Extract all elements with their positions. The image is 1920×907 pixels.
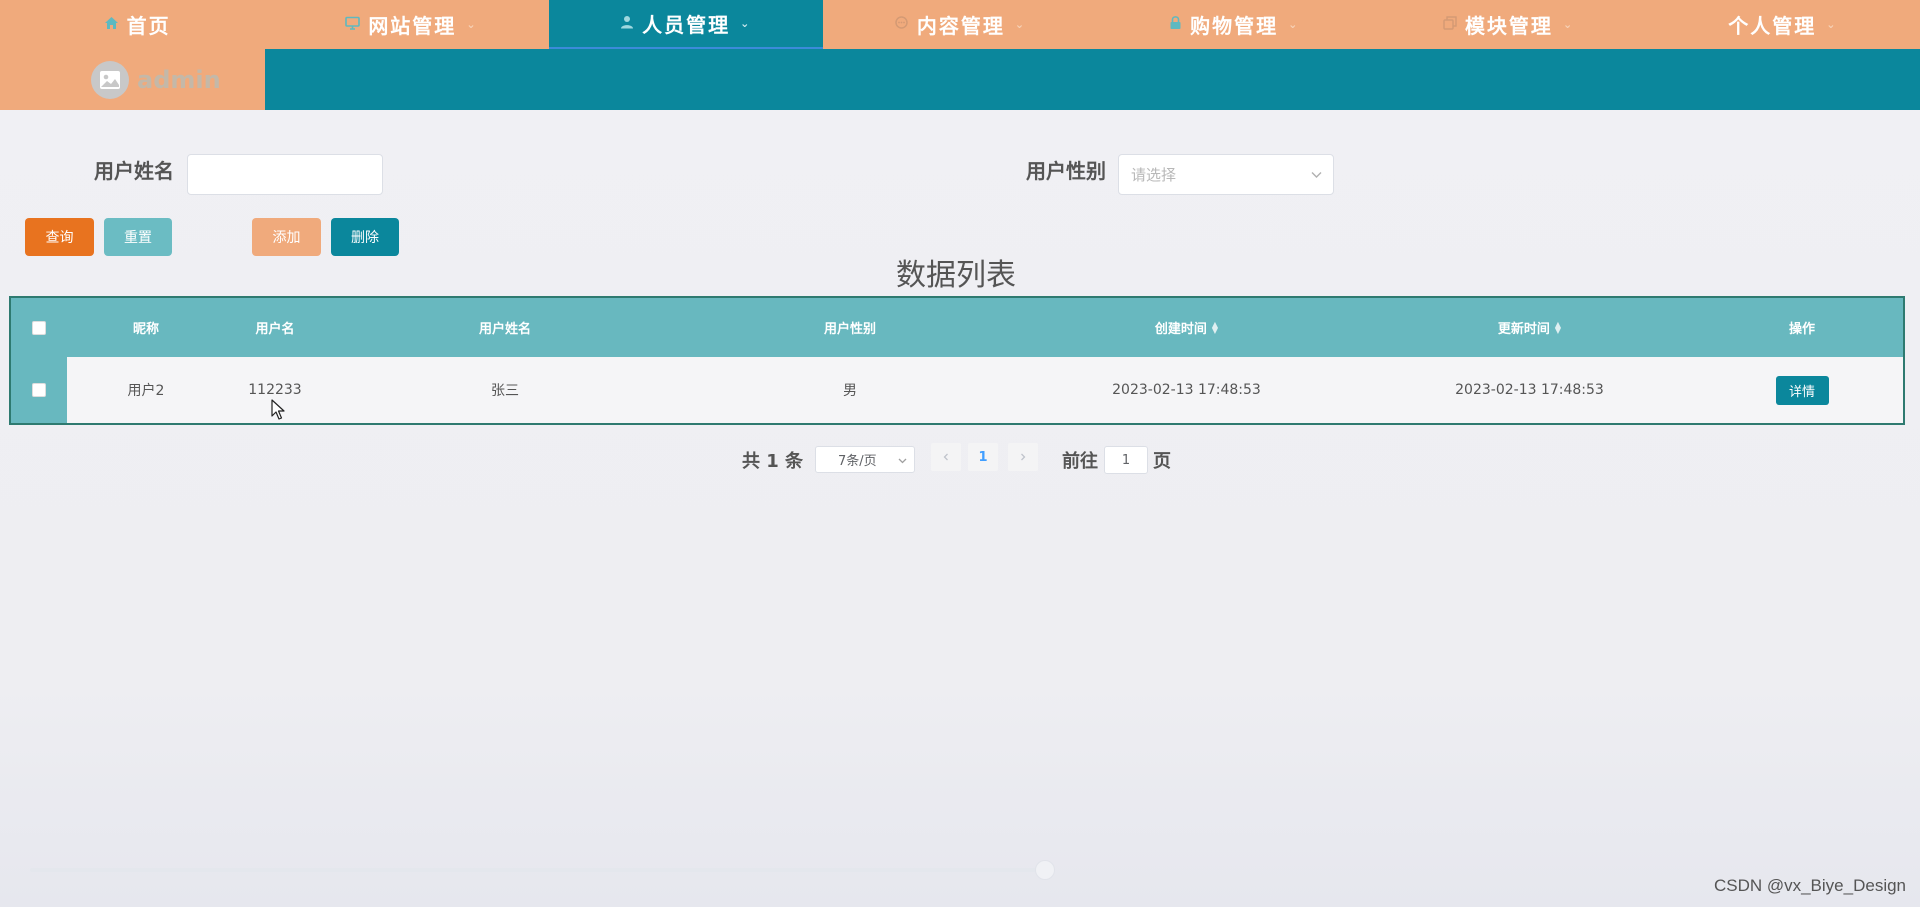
user-box[interactable]: admin bbox=[0, 49, 265, 110]
column-header-created[interactable]: 创建时间 ▲ ▼ bbox=[1015, 298, 1358, 357]
chevron-down-icon: ⌄ bbox=[1562, 18, 1575, 31]
select-all-checkbox[interactable] bbox=[11, 298, 67, 357]
nav-item-site-management[interactable]: 网站管理 ⌄ bbox=[274, 0, 548, 49]
nav-label-site-management: 网站管理 bbox=[368, 14, 457, 38]
nav-item-home[interactable]: 首页 bbox=[0, 0, 274, 49]
slider-track[interactable] bbox=[30, 868, 1045, 872]
nav-label-home: 首页 bbox=[126, 14, 171, 38]
home-icon bbox=[104, 15, 119, 34]
nav-label-module-management: 模块管理 bbox=[1464, 14, 1553, 38]
nav-item-module-management[interactable]: 模块管理 ⌄ bbox=[1371, 0, 1645, 49]
gender-select[interactable]: 请选择 bbox=[1118, 154, 1334, 195]
username-label: admin bbox=[137, 65, 221, 94]
nav-item-personal-management[interactable]: 个人管理 ⌄ bbox=[1646, 0, 1920, 49]
chevron-down-icon bbox=[1310, 167, 1323, 185]
chevron-down-icon: ⌄ bbox=[1014, 18, 1027, 31]
chevron-down-icon: ⌄ bbox=[1288, 18, 1300, 31]
column-header-username: 用户名 bbox=[255, 322, 295, 337]
data-table: 昵称 用户名 用户姓名 用户性别 创建时间 ▲ ▼ 更新时间 ▲ ▼ 操作 用户2 … bbox=[9, 296, 1905, 425]
column-header-gender: 用户性别 bbox=[823, 322, 876, 337]
cell-nickname: 用户2 bbox=[127, 383, 165, 399]
sort-icon[interactable]: ▲ ▼ bbox=[1555, 320, 1561, 334]
cell-created-time: 2023-02-13 17:48:53 bbox=[1112, 382, 1261, 398]
watermark: CSDN @vx_Biye_Design bbox=[1713, 876, 1906, 895]
goto-label: 前往 bbox=[1062, 451, 1098, 472]
top-navbar: 首页 网站管理 ⌄ 人员管理 ⌄ 内容管理 ⌄ 购物管理 ⌄ 模块管理 ⌄ 个人… bbox=[0, 0, 1920, 49]
cell-gender: 男 bbox=[843, 383, 857, 399]
copy-icon bbox=[1443, 15, 1457, 34]
header-bar: admin bbox=[0, 49, 1920, 110]
page-size-select[interactable]: 7条/页 bbox=[815, 446, 915, 473]
gender-select-placeholder: 请选择 bbox=[1131, 166, 1177, 184]
row-checkbox[interactable] bbox=[11, 357, 67, 423]
slider-handle[interactable] bbox=[1035, 860, 1055, 880]
gender-search-label: 用户性别 bbox=[1026, 159, 1106, 183]
table-row: 用户2 112233 张三 男 2023-02-13 17:48:53 2023… bbox=[11, 357, 1903, 423]
page-size-value: 7条/页 bbox=[838, 454, 877, 469]
chat-icon bbox=[894, 15, 909, 34]
table-header: 昵称 用户名 用户姓名 用户性别 创建时间 ▲ ▼ 更新时间 ▲ ▼ 操作 bbox=[11, 298, 1903, 357]
cell-actions: 详情 bbox=[1701, 357, 1903, 423]
nav-label-personal-management: 个人管理 bbox=[1728, 14, 1817, 38]
nav-label-shopping-management: 购物管理 bbox=[1190, 14, 1279, 38]
page-suffix-label: 页 bbox=[1153, 451, 1171, 472]
next-page-button[interactable] bbox=[1008, 443, 1038, 471]
chevron-left-icon bbox=[943, 453, 948, 461]
column-header-actions: 操作 bbox=[1788, 322, 1815, 337]
page-title: 数据列表 bbox=[896, 258, 1016, 293]
sort-icon[interactable]: ▲ ▼ bbox=[1212, 320, 1218, 334]
nav-item-content-management[interactable]: 内容管理 ⌄ bbox=[823, 0, 1097, 49]
user-icon bbox=[620, 14, 634, 33]
image-placeholder-icon bbox=[100, 70, 120, 89]
column-header-nickname: 昵称 bbox=[132, 322, 159, 337]
column-header-created-label: 创建时间 bbox=[1154, 322, 1207, 337]
name-search-input[interactable] bbox=[187, 154, 383, 195]
page-number-button[interactable]: 1 bbox=[968, 443, 998, 471]
nav-item-shopping-management[interactable]: 购物管理 ⌄ bbox=[1097, 0, 1371, 49]
chevron-down-icon: ⌄ bbox=[466, 18, 478, 31]
lock-icon bbox=[1169, 15, 1182, 34]
column-header-realname: 用户姓名 bbox=[478, 322, 531, 337]
goto-page-input[interactable]: 1 bbox=[1104, 446, 1148, 474]
pagination-total: 共 1 条 bbox=[742, 451, 804, 472]
prev-page-button[interactable] bbox=[931, 443, 961, 471]
cell-updated-time: 2023-02-13 17:48:53 bbox=[1455, 382, 1604, 398]
avatar[interactable] bbox=[91, 60, 129, 99]
chevron-down-icon bbox=[897, 455, 908, 470]
detail-button[interactable]: 详情 bbox=[1775, 375, 1829, 405]
column-header-updated-label: 更新时间 bbox=[1497, 322, 1550, 337]
name-search-label: 用户姓名 bbox=[94, 159, 174, 183]
column-header-updated[interactable]: 更新时间 ▲ ▼ bbox=[1358, 298, 1701, 357]
cell-realname: 张三 bbox=[491, 383, 519, 399]
nav-label-content-management: 内容管理 bbox=[916, 14, 1005, 38]
nav-label-people-management: 人员管理 bbox=[642, 13, 731, 37]
chevron-down-icon: ⌄ bbox=[740, 17, 752, 30]
chevron-right-icon bbox=[1021, 453, 1026, 461]
monitor-icon bbox=[345, 15, 361, 34]
nav-item-people-management[interactable]: 人员管理 ⌄ bbox=[548, 0, 823, 49]
mouse-cursor-icon bbox=[271, 399, 285, 420]
chevron-down-icon: ⌄ bbox=[1826, 18, 1838, 31]
